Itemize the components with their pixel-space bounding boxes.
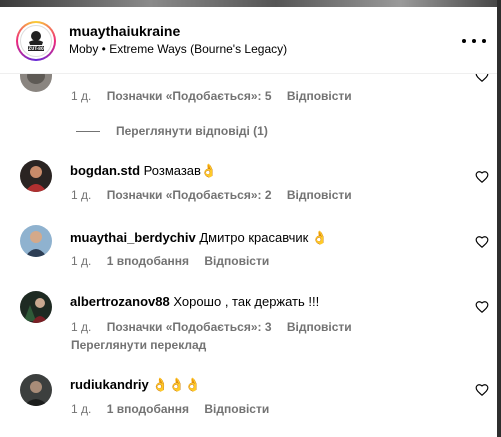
comment-meta: 1 д. Позначки «Подобається»: 2 Відповіст… — [71, 188, 364, 202]
comment-time: 1 д. — [71, 254, 92, 268]
reply-button[interactable]: Відповісти — [287, 89, 352, 103]
comment-time: 1 д. — [71, 188, 92, 202]
profile-avatar[interactable]: ZUT-80 — [16, 21, 56, 61]
comment-likes[interactable]: Позначки «Подобається»: 2 — [107, 188, 272, 202]
avatar[interactable] — [20, 374, 52, 406]
reply-button[interactable]: Відповісти — [204, 254, 269, 268]
svg-text:ZUT-80: ZUT-80 — [28, 46, 44, 51]
avatar[interactable] — [20, 160, 52, 192]
comment-time: 1 д. — [71, 402, 92, 416]
like-heart-icon[interactable] — [475, 300, 489, 314]
comment-username[interactable]: muaythai_berdychiv — [70, 230, 196, 245]
reply-button[interactable]: Відповісти — [287, 320, 352, 334]
comment-username[interactable]: bogdan.std — [70, 163, 140, 178]
like-heart-icon[interactable] — [475, 235, 489, 249]
comment-text-line: bogdan.std Розмазав👌 — [70, 163, 217, 179]
comment-likes[interactable]: Позначки «Подобається»: 3 — [107, 320, 272, 334]
comment-text: Розмазав👌 — [143, 163, 218, 178]
avatar[interactable] — [20, 291, 52, 323]
like-heart-icon[interactable] — [475, 170, 489, 184]
view-replies-button[interactable]: Переглянути відповіді (1) — [76, 124, 268, 138]
more-options-icon[interactable] — [462, 31, 486, 51]
replies-divider — [76, 130, 100, 132]
post-header: ZUT-80 muaythaiukraine Moby • Extreme Wa… — [0, 7, 497, 74]
avatar[interactable] — [20, 225, 52, 257]
reply-button[interactable]: Відповісти — [287, 188, 352, 202]
view-replies-label: Переглянути відповіді (1) — [116, 124, 268, 138]
comment-meta: 1 д. Позначки «Подобається»: 3 Відповіст… — [71, 320, 364, 334]
like-heart-icon[interactable] — [475, 383, 489, 397]
comment-time: 1 д. — [71, 320, 92, 334]
reply-button[interactable]: Відповісти — [204, 402, 269, 416]
comment-meta: 1 д. 1 вподобання Відповісти — [71, 254, 281, 268]
view-translation-button[interactable]: Переглянути переклад — [71, 338, 206, 352]
comment-time: 1 д. — [71, 89, 92, 103]
comment-text-line: muaythai_berdychiv Дмитро красавчик 👌 — [70, 230, 328, 246]
post-author-username[interactable]: muaythaiukraine — [69, 23, 180, 39]
comment-text-line: rudiukandriy 👌👌👌 — [70, 377, 201, 393]
logo-icon: ZUT-80 — [20, 25, 52, 57]
post-audio-track[interactable]: Moby • Extreme Ways (Bourne's Legacy) — [69, 42, 287, 56]
comment-username[interactable]: albertrozanov88 — [70, 294, 170, 309]
window-frame-right — [497, 0, 501, 437]
comment-meta: 1 д. 1 вподобання Відповісти — [71, 402, 281, 416]
comment-username[interactable]: rudiukandriy — [70, 377, 149, 392]
window-frame-top — [0, 0, 501, 7]
comment-likes[interactable]: 1 вподобання — [107, 254, 189, 268]
comment-text: Хорошо , так держать !!! — [173, 294, 320, 309]
comment-text: 👌👌👌 — [152, 377, 201, 392]
comment-text: Дмитро красавчик 👌 — [199, 230, 329, 245]
comment-likes[interactable]: 1 вподобання — [107, 402, 189, 416]
comment-likes[interactable]: Позначки «Подобається»: 5 — [107, 89, 272, 103]
comment-meta: 1 д. Позначки «Подобається»: 5 Відповіст… — [71, 89, 364, 103]
avatar[interactable] — [20, 72, 52, 92]
comment-text-line: albertrozanov88 Хорошо , так держать !!! — [70, 294, 319, 309]
